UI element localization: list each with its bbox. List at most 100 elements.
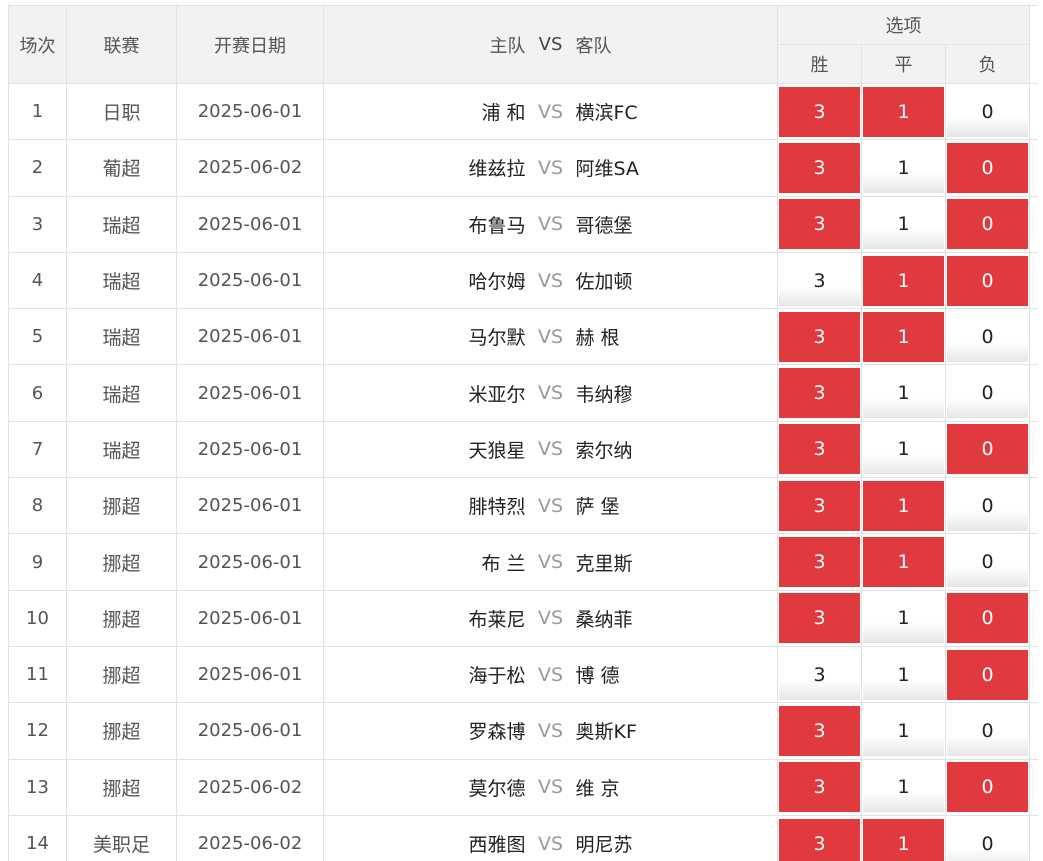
lose-option-button[interactable]: 0 xyxy=(947,255,1029,306)
home-team: 哈尔姆 xyxy=(468,271,526,294)
draw-option-button[interactable]: 1 xyxy=(863,424,944,475)
lose-option-button[interactable]: 0 xyxy=(947,649,1029,700)
draw-option-button[interactable]: 1 xyxy=(863,593,944,644)
lose-option-cell: 0 xyxy=(944,82,1031,141)
draw-option-button[interactable]: 1 xyxy=(863,368,944,419)
win-option-cell: 3 xyxy=(777,364,862,422)
row-date: 2025-06-01 xyxy=(176,82,324,141)
row-league: 瑞超 xyxy=(66,364,177,422)
row-league: 挪超 xyxy=(66,533,177,591)
row-league: 美职足 xyxy=(66,814,177,861)
row-match: 天狼星 VS 索尔纳 xyxy=(323,420,778,479)
win-option-button[interactable]: 3 xyxy=(779,424,860,475)
win-option-cell: 3 xyxy=(777,758,862,816)
table-body: 1 日职 2025-06-01 浦 和 VS 横滨FC 3 1 0 2 葡超 2… xyxy=(8,82,1038,861)
lose-option-button[interactable]: 0 xyxy=(947,480,1029,531)
lose-option-button[interactable]: 0 xyxy=(947,593,1029,644)
row-league: 瑞超 xyxy=(66,308,177,366)
away-team: 阿维SA xyxy=(575,158,639,181)
win-option-button[interactable]: 3 xyxy=(779,480,860,531)
draw-option-cell: 1 xyxy=(861,308,946,366)
win-option-button[interactable]: 3 xyxy=(779,311,860,362)
row-index: 2 xyxy=(8,139,67,197)
win-option-button[interactable]: 3 xyxy=(779,368,860,419)
draw-option-button[interactable]: 1 xyxy=(863,762,944,813)
draw-option-cell: 1 xyxy=(861,814,946,861)
lose-option-button[interactable]: 0 xyxy=(947,311,1029,362)
home-team: 布 兰 xyxy=(481,552,526,575)
draw-option-cell: 1 xyxy=(861,195,946,253)
page: 场次 联赛 开赛日期 主队 VS 客队 选项 胜 平 负 1 日职 2025-0… xyxy=(0,0,1043,861)
draw-option-button[interactable]: 1 xyxy=(863,86,944,137)
table-row: 14 美职足 2025-06-02 西雅图 VS 明尼苏 3 1 0 xyxy=(8,814,1038,861)
lose-option-cell: 0 xyxy=(944,589,1031,647)
row-spacer xyxy=(1029,139,1038,197)
row-match: 米亚尔 VS 韦纳穆 xyxy=(323,364,778,422)
lose-option-button[interactable]: 0 xyxy=(947,142,1029,193)
vs-label: VS xyxy=(537,776,564,799)
lose-option-button[interactable]: 0 xyxy=(947,762,1029,813)
win-option-button[interactable]: 3 xyxy=(779,199,860,250)
table-row: 3 瑞超 2025-06-01 布鲁马 VS 哥德堡 3 1 0 xyxy=(8,195,1038,253)
draw-option-button[interactable]: 1 xyxy=(863,649,944,700)
vs-label: VS xyxy=(537,100,564,123)
header-home: 主队 xyxy=(489,35,526,57)
win-option-button[interactable]: 3 xyxy=(779,86,860,137)
lose-option-button[interactable]: 0 xyxy=(947,199,1029,250)
lose-option-cell: 0 xyxy=(944,195,1031,253)
row-date: 2025-06-01 xyxy=(176,589,324,647)
draw-option-cell: 1 xyxy=(861,702,946,760)
win-option-cell: 3 xyxy=(777,477,862,535)
win-option-button[interactable]: 3 xyxy=(779,537,860,588)
row-date: 2025-06-01 xyxy=(176,195,324,253)
home-team: 维兹拉 xyxy=(468,158,526,181)
lose-option-cell: 0 xyxy=(944,364,1031,422)
row-index: 11 xyxy=(8,645,67,704)
row-spacer xyxy=(1029,477,1038,535)
row-index: 13 xyxy=(8,758,67,816)
lose-option-button[interactable]: 0 xyxy=(947,86,1029,137)
draw-option-button[interactable]: 1 xyxy=(863,255,944,306)
draw-option-button[interactable]: 1 xyxy=(863,199,944,250)
win-option-button[interactable]: 3 xyxy=(779,255,860,306)
home-team: 马尔默 xyxy=(468,327,526,350)
draw-option-button[interactable]: 1 xyxy=(863,818,944,861)
row-match: 维兹拉 VS 阿维SA xyxy=(323,139,778,197)
win-option-button[interactable]: 3 xyxy=(779,593,860,644)
away-team: 赫 根 xyxy=(575,327,620,350)
table-row: 12 挪超 2025-06-01 罗森博 VS 奥斯KF 3 1 0 xyxy=(8,702,1038,760)
win-option-button[interactable]: 3 xyxy=(779,818,860,861)
vs-label: VS xyxy=(537,382,564,405)
draw-option-button[interactable]: 1 xyxy=(863,705,944,756)
win-option-button[interactable]: 3 xyxy=(779,142,860,193)
away-team: 桑纳菲 xyxy=(575,608,633,631)
row-spacer xyxy=(1029,82,1038,141)
draw-option-button[interactable]: 1 xyxy=(863,311,944,362)
row-index: 1 xyxy=(8,82,67,141)
lose-option-cell: 0 xyxy=(944,645,1031,704)
home-team: 布莱尼 xyxy=(468,608,526,631)
draw-option-button[interactable]: 1 xyxy=(863,480,944,531)
lose-option-button[interactable]: 0 xyxy=(947,818,1029,861)
row-index: 9 xyxy=(8,533,67,591)
win-option-cell: 3 xyxy=(777,814,862,861)
lose-option-button[interactable]: 0 xyxy=(947,424,1029,475)
header-vs: VS xyxy=(538,34,563,55)
away-team: 横滨FC xyxy=(575,102,638,125)
win-option-button[interactable]: 3 xyxy=(779,649,860,700)
lose-option-button[interactable]: 0 xyxy=(947,705,1029,756)
draw-option-button[interactable]: 1 xyxy=(863,142,944,193)
win-option-button[interactable]: 3 xyxy=(779,762,860,813)
home-team: 西雅图 xyxy=(468,834,526,856)
row-league: 挪超 xyxy=(66,758,177,816)
row-match: 罗森博 VS 奥斯KF xyxy=(323,702,778,760)
row-index: 8 xyxy=(8,477,67,535)
lose-option-cell: 0 xyxy=(944,308,1031,366)
draw-option-button[interactable]: 1 xyxy=(863,537,944,588)
draw-option-cell: 1 xyxy=(861,82,946,141)
lose-option-button[interactable]: 0 xyxy=(947,368,1029,419)
win-option-button[interactable]: 3 xyxy=(779,705,860,756)
win-option-cell: 3 xyxy=(777,251,862,310)
away-team: 维 京 xyxy=(575,777,620,800)
lose-option-button[interactable]: 0 xyxy=(947,537,1029,588)
